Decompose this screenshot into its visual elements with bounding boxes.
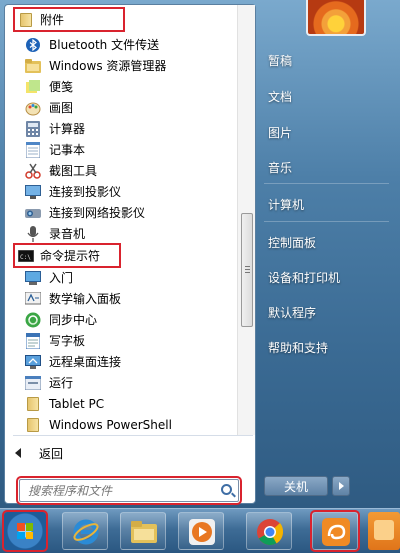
program-item-notepad[interactable]: 记事本 (15, 139, 237, 160)
media-player-icon (189, 519, 215, 545)
program-item-paint[interactable]: 画图 (15, 97, 237, 118)
folder-icon (18, 12, 34, 28)
search-input[interactable] (28, 483, 208, 498)
getting-started-icon (25, 270, 41, 286)
program-item-network-projector[interactable]: 连接到网络投影仪 (15, 202, 237, 223)
taskbar-media-player[interactable] (178, 512, 224, 550)
folder-icon (25, 417, 41, 433)
program-item-accessories[interactable]: 附件 (13, 7, 125, 32)
search-icon[interactable] (221, 484, 232, 495)
program-item-wordpad[interactable]: 写字板 (15, 330, 237, 351)
start-orb-icon (17, 523, 33, 539)
uc-browser-icon (322, 518, 350, 546)
shutdown-button[interactable]: 关机 (264, 476, 328, 496)
user-picture[interactable] (306, 0, 366, 36)
network-projector-icon (25, 205, 41, 221)
wordpad-icon (25, 332, 41, 349)
programs-scrollbar[interactable] (237, 5, 255, 435)
chrome-icon (257, 519, 284, 546)
program-item-explorer[interactable]: Windows 资源管理器 (15, 55, 237, 76)
right-item-help-support[interactable]: 帮助和支持 (268, 339, 328, 356)
folder-icon (25, 396, 41, 412)
programs-list: 附件 Bluetooth 文件传送 Windows 资源管理器 便笺 画图 计算… (5, 5, 237, 435)
right-item-pictures[interactable]: 图片 (268, 124, 292, 141)
svg-text:C:\: C:\ (20, 254, 31, 261)
sync-center-icon (25, 312, 41, 328)
right-item-devices-printers[interactable]: 设备和打印机 (268, 269, 340, 286)
start-button[interactable] (2, 510, 48, 552)
program-item-sound-recorder[interactable]: 录音机 (15, 223, 237, 244)
back-arrow-icon (15, 448, 21, 458)
run-icon (25, 375, 41, 391)
back-button[interactable]: 返回 (15, 443, 63, 463)
notepad-icon (25, 141, 41, 158)
right-item-documents[interactable]: 文档 (268, 88, 292, 105)
microphone-icon (25, 225, 41, 242)
program-item-calculator[interactable]: 计算器 (15, 118, 237, 139)
program-item-sync-center[interactable]: 同步中心 (15, 309, 237, 330)
right-item-default-programs[interactable]: 默认程序 (268, 304, 316, 321)
program-item-run[interactable]: 运行 (15, 372, 237, 393)
taskbar-uc-browser[interactable] (310, 510, 360, 552)
explorer-icon (25, 58, 41, 74)
program-item-projector[interactable]: 连接到投影仪 (15, 181, 237, 202)
ie-icon (73, 519, 99, 545)
right-divider (264, 183, 389, 184)
sticky-notes-icon (25, 79, 41, 95)
scrollbar-thumb[interactable] (241, 213, 253, 327)
shutdown-options-button[interactable] (332, 476, 350, 496)
program-item-bluetooth[interactable]: Bluetooth 文件传送 (15, 34, 237, 55)
divider (13, 435, 253, 436)
app-icon (374, 520, 394, 540)
program-item-snipping-tool[interactable]: 截图工具 (15, 160, 237, 181)
program-item-sticky-notes[interactable]: 便笺 (15, 76, 237, 97)
search-box[interactable] (16, 476, 242, 505)
start-menu: 附件 Bluetooth 文件传送 Windows 资源管理器 便笺 画图 计算… (0, 0, 400, 508)
taskbar-ie[interactable] (62, 512, 108, 550)
program-item-powershell[interactable]: Windows PowerShell (15, 414, 237, 435)
taskbar-explorer[interactable] (120, 512, 166, 550)
right-item-drafts[interactable]: 暂稿 (268, 52, 292, 69)
program-item-remote-desktop[interactable]: 远程桌面连接 (15, 351, 237, 372)
program-item-tablet-pc[interactable]: Tablet PC (15, 393, 237, 414)
back-label: 返回 (39, 446, 64, 461)
program-item-getting-started[interactable]: 入门 (15, 267, 237, 288)
bluetooth-icon (25, 37, 41, 53)
program-item-command-prompt[interactable]: C:\ 命令提示符 (13, 243, 121, 268)
remote-desktop-icon (25, 354, 41, 370)
taskbar-chrome[interactable] (246, 512, 292, 550)
right-divider (264, 221, 389, 222)
taskbar-app[interactable] (368, 512, 400, 550)
right-item-music[interactable]: 音乐 (268, 159, 292, 176)
right-item-control-panel[interactable]: 控制面板 (268, 234, 316, 251)
cmd-icon: C:\ (18, 248, 34, 264)
right-item-computer[interactable]: 计算机 (268, 196, 304, 213)
projector-icon (25, 184, 41, 200)
calculator-icon (25, 120, 41, 137)
programs-pane: 附件 Bluetooth 文件传送 Windows 资源管理器 便笺 画图 计算… (4, 4, 256, 505)
grip-icon (245, 266, 250, 273)
paint-icon (25, 100, 41, 116)
snipping-tool-icon (25, 163, 41, 179)
program-item-math-input[interactable]: 数学输入面板 (15, 288, 237, 309)
file-explorer-icon (131, 521, 157, 543)
math-input-icon (25, 291, 41, 307)
